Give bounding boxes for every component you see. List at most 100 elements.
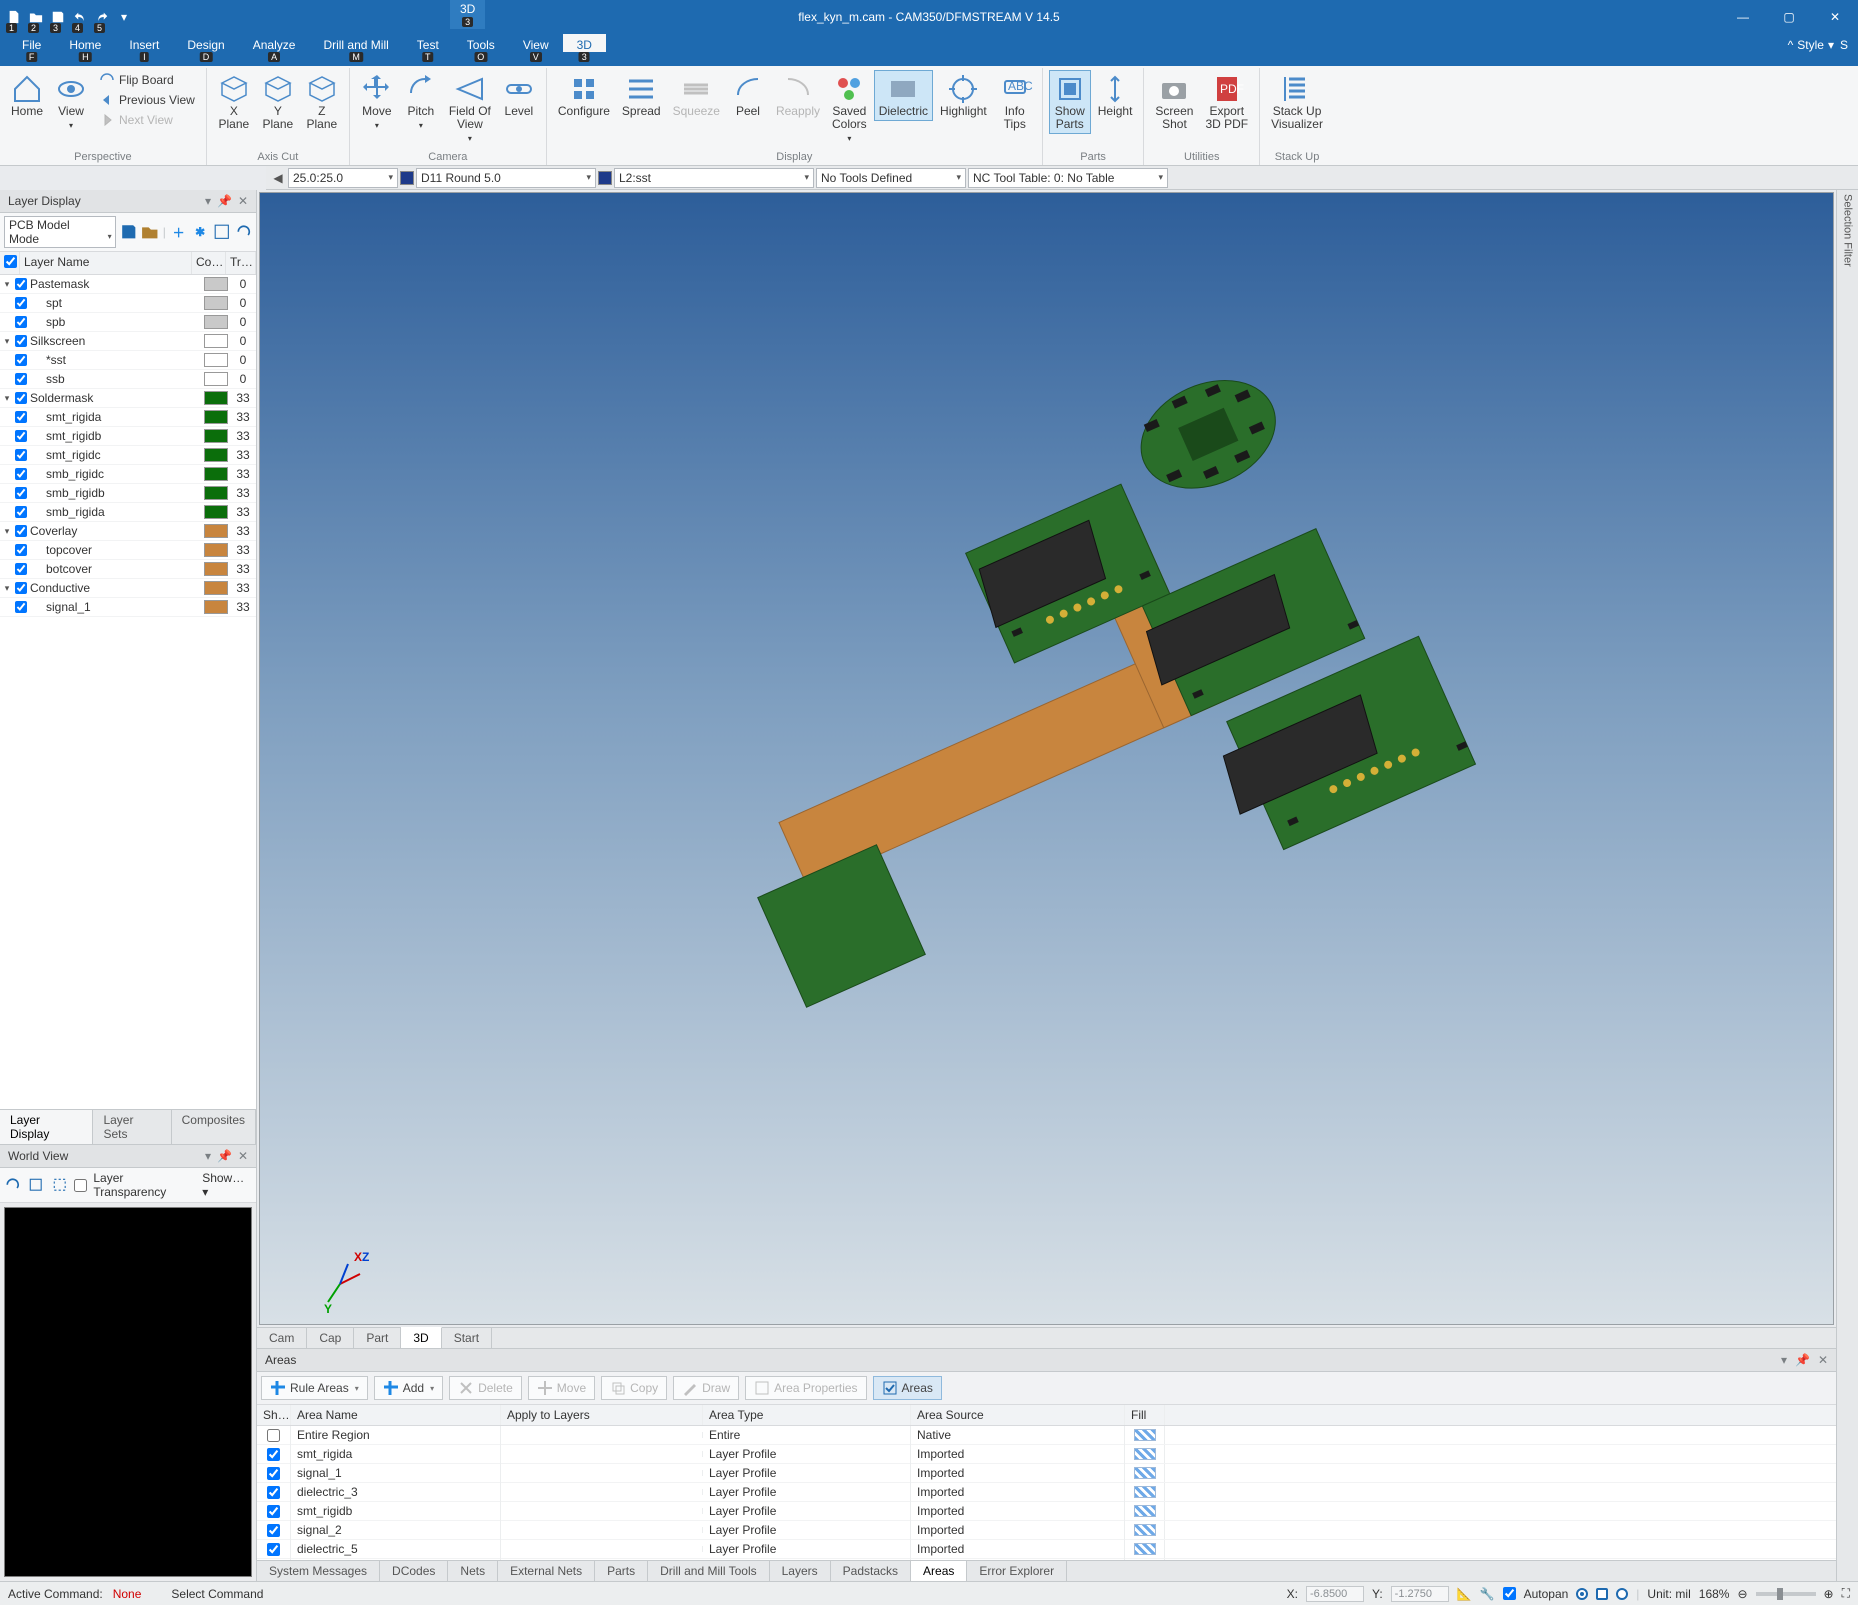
layer-row[interactable]: ·signal_133	[0, 598, 256, 617]
ribbon-pitch[interactable]: Pitch▾	[400, 70, 442, 135]
zoom-fit-icon[interactable]: ⛶	[1842, 1586, 1850, 1601]
ribbon-move[interactable]: Move▾	[356, 70, 398, 135]
areas-close-icon[interactable]: ✕	[1818, 1353, 1828, 1367]
btn-copy-area[interactable]: Copy	[601, 1376, 667, 1400]
tab-layersets[interactable]: Layer Sets	[93, 1110, 171, 1144]
ribbon-spread[interactable]: Spread	[617, 70, 666, 121]
snap-radio-2[interactable]	[1596, 1588, 1608, 1600]
wv-zoom-icon[interactable]	[27, 1176, 44, 1194]
btab-areas[interactable]: Areas	[911, 1561, 967, 1581]
layer-group-row[interactable]: ▾Soldermask33	[0, 389, 256, 408]
coord-y-field[interactable]	[1391, 1586, 1449, 1602]
area-row[interactable]: signal_1Layer ProfileImported	[257, 1464, 1836, 1483]
status-tool2-icon[interactable]: 🔧	[1480, 1587, 1495, 1601]
wv-pin-icon[interactable]: 📌	[217, 1149, 232, 1163]
btn-delete-area[interactable]: Delete	[449, 1376, 522, 1400]
btab-layers[interactable]: Layers	[770, 1561, 831, 1581]
close-button[interactable]: ✕	[1812, 3, 1858, 31]
panel-close-icon[interactable]: ✕	[238, 194, 248, 208]
ribbon-view[interactable]: View▾	[50, 70, 92, 135]
menu-drillmill[interactable]: Drill and MillM	[309, 34, 402, 52]
layer-group-row[interactable]: ▾Pastemask0	[0, 275, 256, 294]
3d-viewport[interactable]: X Z Y	[259, 192, 1834, 1325]
ribbon-zplane[interactable]: Z Plane	[301, 70, 343, 134]
layer-row[interactable]: ·smb_rigidb33	[0, 484, 256, 503]
tab-start[interactable]: Start	[442, 1328, 492, 1348]
panel-dropdown-icon[interactable]: ▾	[205, 194, 211, 208]
layer-options-icon[interactable]	[213, 223, 231, 241]
qat-dropdown-icon[interactable]: ▾	[114, 7, 134, 27]
tab-layerdisplay[interactable]: Layer Display	[0, 1110, 93, 1144]
autopan-checkbox[interactable]	[1503, 1587, 1516, 1600]
qat-open-icon[interactable]: 2	[26, 7, 46, 27]
wv-rotate-icon[interactable]	[4, 1176, 21, 1194]
ribbon-highlight[interactable]: Highlight	[935, 70, 992, 121]
layer-row[interactable]: ·smt_rigidb33	[0, 427, 256, 446]
menu-file[interactable]: FileF	[8, 34, 55, 52]
zoom-out-icon[interactable]: ⊖	[1737, 1587, 1747, 1601]
layer-group-row[interactable]: ▾Silkscreen0	[0, 332, 256, 351]
btab-nets[interactable]: Nets	[448, 1561, 498, 1581]
selection-filter-rail[interactable]: Selection Filter	[1836, 190, 1858, 1581]
snap-radio-1[interactable]	[1576, 1588, 1588, 1600]
ribbon-savedcolors[interactable]: Saved Colors▾	[827, 70, 872, 148]
area-row[interactable]: Entire RegionEntireNative	[257, 1426, 1836, 1445]
layer-all-checkbox[interactable]	[4, 255, 17, 268]
layer-mode-select[interactable]: PCB Model Mode	[4, 216, 116, 248]
menu-tools[interactable]: ToolsO	[453, 34, 509, 52]
qat-undo-icon[interactable]: 4	[70, 7, 90, 27]
btn-draw-area[interactable]: Draw	[673, 1376, 739, 1400]
area-row[interactable]: smt_rigidbLayer ProfileImported	[257, 1502, 1836, 1521]
layer-color-swatch[interactable]	[598, 171, 612, 185]
layer-select[interactable]: L2:sst	[614, 168, 814, 188]
ribbon-fov[interactable]: Field Of View▾	[444, 70, 496, 148]
ribbon-flipboard[interactable]: Flip Board	[94, 70, 200, 90]
status-tool1-icon[interactable]: 📐	[1457, 1587, 1472, 1601]
ribbon-reapply[interactable]: Reapply	[771, 70, 825, 121]
layer-row[interactable]: ·botcover33	[0, 560, 256, 579]
areas-grid[interactable]: Sh… Area Name Apply to Layers Area Type …	[257, 1405, 1836, 1560]
ribbon-yplane[interactable]: Y Plane	[257, 70, 299, 134]
btab-dmtools[interactable]: Drill and Mill Tools	[648, 1561, 769, 1581]
layer-group-row[interactable]: ▾Conductive33	[0, 579, 256, 598]
layer-row[interactable]: ·smb_rigida33	[0, 503, 256, 522]
btn-areas-toggle[interactable]: Areas	[873, 1376, 942, 1400]
tab-composites[interactable]: Composites	[172, 1110, 256, 1144]
btab-extnets[interactable]: External Nets	[498, 1561, 595, 1581]
areas-dropdown-icon[interactable]: ▾	[1781, 1353, 1787, 1367]
qat-new-icon[interactable]: 1	[4, 7, 24, 27]
tab-cap[interactable]: Cap	[307, 1328, 354, 1348]
area-row[interactable]: dielectric_5Layer ProfileImported	[257, 1540, 1836, 1559]
zoom-in-icon[interactable]: ⊕	[1824, 1587, 1834, 1601]
ribbon-infotips[interactable]: ABCInfo Tips	[994, 70, 1036, 134]
layer-row[interactable]: ·spb0	[0, 313, 256, 332]
nctool-select[interactable]: NC Tool Table: 0: No Table	[968, 168, 1168, 188]
title-tab-3d[interactable]: 3D3	[450, 0, 485, 29]
menu-analyze[interactable]: AnalyzeA	[239, 34, 310, 52]
qat-save-icon[interactable]: 3	[48, 7, 68, 27]
unit-label[interactable]: Unit: mil	[1647, 1587, 1690, 1601]
panel-pin-icon[interactable]: 📌	[217, 194, 232, 208]
layer-row[interactable]: ·ssb0	[0, 370, 256, 389]
ribbon-home[interactable]: Home	[6, 70, 48, 121]
wv-dropdown-icon[interactable]: ▾	[205, 1149, 211, 1163]
dcode-color-swatch[interactable]	[400, 171, 414, 185]
ribbon-stackup[interactable]: Stack Up Visualizer	[1266, 70, 1328, 134]
wv-close-icon[interactable]: ✕	[238, 1149, 248, 1163]
areas-pin-icon[interactable]: 📌	[1795, 1353, 1810, 1367]
ribbon-peel[interactable]: Peel	[727, 70, 769, 121]
tools-select[interactable]: No Tools Defined	[816, 168, 966, 188]
btab-errexp[interactable]: Error Explorer	[967, 1561, 1067, 1581]
layer-row[interactable]: ·*sst0	[0, 351, 256, 370]
minimize-button[interactable]: ―	[1720, 3, 1766, 31]
tab-cam[interactable]: Cam	[257, 1328, 307, 1348]
ribbon-level[interactable]: Level	[498, 70, 540, 121]
refresh-icon[interactable]	[235, 223, 253, 241]
select-command[interactable]: Select Command	[171, 1587, 263, 1601]
dcode-select[interactable]: D11 Round 5.0	[416, 168, 596, 188]
ribbon-showparts[interactable]: Show Parts	[1049, 70, 1091, 134]
layer-row[interactable]: ·smt_rigida33	[0, 408, 256, 427]
zoom-slider[interactable]	[1756, 1592, 1816, 1596]
open-icon[interactable]	[141, 223, 159, 241]
ribbon-configure[interactable]: Configure	[553, 70, 615, 121]
